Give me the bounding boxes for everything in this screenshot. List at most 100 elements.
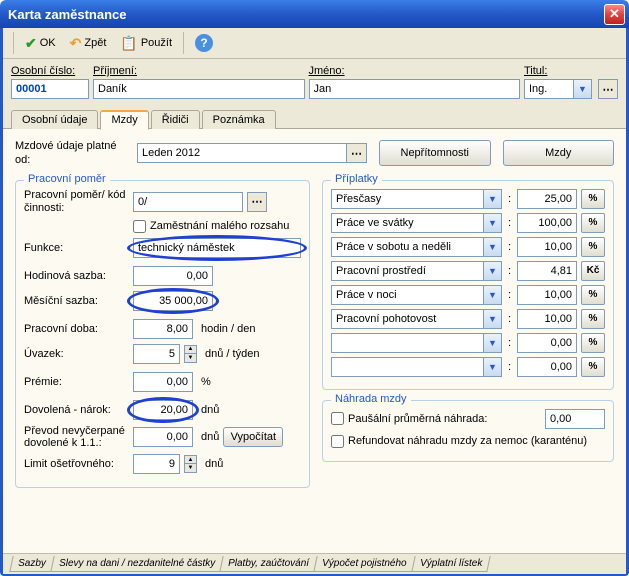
supplement-name-combo[interactable] bbox=[331, 237, 484, 257]
carry-label: Převod nevyčerpané dovolené k 1.1.: bbox=[24, 425, 129, 449]
firstname-input[interactable] bbox=[309, 79, 521, 99]
tab-personal[interactable]: Osobní údaje bbox=[11, 110, 98, 129]
supplement-unit-button[interactable]: % bbox=[581, 213, 605, 233]
tab-drivers[interactable]: Řidiči bbox=[151, 110, 200, 129]
monthly-input[interactable] bbox=[133, 291, 213, 311]
refund-checkbox[interactable] bbox=[331, 435, 344, 448]
supplement-name-combo[interactable] bbox=[331, 213, 484, 233]
supplement-name-combo[interactable] bbox=[331, 189, 484, 209]
supplement-unit-button[interactable]: % bbox=[581, 357, 605, 377]
supplement-unit-button[interactable]: % bbox=[581, 285, 605, 305]
worktime-label: Pracovní doba: bbox=[24, 323, 129, 335]
worktime-unit: hodin / den bbox=[201, 323, 255, 335]
id-input[interactable] bbox=[11, 79, 89, 99]
supplement-name-combo[interactable] bbox=[331, 309, 484, 329]
vacation-label: Dovolená - nárok: bbox=[24, 404, 129, 416]
title-combo[interactable] bbox=[524, 79, 574, 99]
premie-input[interactable] bbox=[133, 372, 193, 392]
help-button[interactable]: ? bbox=[190, 32, 218, 54]
group-compensation: Náhrada mzdy Paušální průměrná náhrada: … bbox=[322, 400, 614, 462]
btab-insurance[interactable]: Výpočet pojistného bbox=[313, 556, 415, 572]
chevron-down-icon[interactable]: ▼ bbox=[484, 333, 502, 353]
limit-spinner[interactable]: ▲▼ bbox=[184, 455, 197, 473]
period-picker-button[interactable]: ⋯ bbox=[347, 143, 367, 163]
surname-label: Příjmení: bbox=[93, 65, 305, 77]
supplement-unit-button[interactable]: Kč bbox=[581, 261, 605, 281]
small-employment-checkbox[interactable] bbox=[133, 220, 146, 233]
btab-slip[interactable]: Výplatní lístek bbox=[411, 556, 491, 572]
vacation-input[interactable] bbox=[133, 400, 193, 420]
supplement-amount-input[interactable] bbox=[517, 357, 577, 377]
supplement-row: ▼:% bbox=[331, 309, 605, 329]
chevron-down-icon[interactable]: ▼ bbox=[484, 357, 502, 377]
supplement-amount-input[interactable] bbox=[517, 261, 577, 281]
uvazek-label: Úvazek: bbox=[24, 348, 129, 360]
supplement-amount-input[interactable] bbox=[517, 333, 577, 353]
btab-payments[interactable]: Platby, zaúčtování bbox=[219, 556, 317, 572]
supplement-amount-input[interactable] bbox=[517, 285, 577, 305]
surname-input[interactable] bbox=[93, 79, 305, 99]
btab-rates[interactable]: Sazby bbox=[9, 556, 54, 572]
uvazek-spinner[interactable]: ▲▼ bbox=[184, 345, 197, 363]
supplement-name-combo[interactable] bbox=[331, 261, 484, 281]
absence-button[interactable]: Nepřítomnosti bbox=[379, 140, 491, 166]
supplement-row: ▼:Kč bbox=[331, 261, 605, 281]
supplement-unit-button[interactable]: % bbox=[581, 333, 605, 353]
back-button[interactable]: ↶Zpět bbox=[65, 33, 112, 54]
hourly-label: Hodinová sazba: bbox=[24, 270, 129, 282]
supplement-amount-input[interactable] bbox=[517, 309, 577, 329]
supplement-name-combo[interactable] bbox=[331, 333, 484, 353]
refund-label: Refundovat náhradu mzdy za nemoc (karant… bbox=[348, 435, 587, 447]
tab-note[interactable]: Poznámka bbox=[202, 110, 276, 129]
premie-unit: % bbox=[201, 376, 211, 388]
apply-icon: 📋 bbox=[120, 35, 137, 52]
funkce-input[interactable] bbox=[133, 238, 301, 258]
worktime-input[interactable] bbox=[133, 319, 193, 339]
hourly-input[interactable] bbox=[133, 266, 213, 286]
group-compensation-title: Náhrada mzdy bbox=[331, 393, 411, 405]
firstname-label: Jméno: bbox=[309, 65, 521, 77]
calculate-button[interactable]: Vypočítat bbox=[223, 427, 283, 447]
supplement-amount-input[interactable] bbox=[517, 189, 577, 209]
chevron-down-icon[interactable]: ▼ bbox=[484, 213, 502, 233]
window-title: Karta zaměstnance bbox=[4, 7, 604, 22]
code-picker-button[interactable]: ⋯ bbox=[247, 192, 267, 212]
supplement-amount-input[interactable] bbox=[517, 213, 577, 233]
close-button[interactable]: ✕ bbox=[604, 4, 625, 25]
more-button[interactable]: ⋯ bbox=[598, 79, 618, 99]
limit-input[interactable] bbox=[133, 454, 180, 474]
code-label: Pracovní poměr/ kód činnosti: bbox=[24, 189, 129, 215]
code-input[interactable] bbox=[133, 192, 243, 212]
toolbar: ✔OK ↶Zpět 📋Použít ? bbox=[3, 28, 626, 59]
carry-input[interactable] bbox=[133, 427, 193, 447]
supplement-unit-button[interactable]: % bbox=[581, 309, 605, 329]
supplement-name-combo[interactable] bbox=[331, 285, 484, 305]
supplement-unit-button[interactable]: % bbox=[581, 237, 605, 257]
premie-label: Prémie: bbox=[24, 376, 129, 388]
pausal-input[interactable] bbox=[545, 409, 605, 429]
tab-wages[interactable]: Mzdy bbox=[100, 110, 148, 130]
chevron-down-icon[interactable]: ▼ bbox=[484, 189, 502, 209]
period-input[interactable] bbox=[137, 143, 347, 163]
chevron-down-icon[interactable]: ▼ bbox=[484, 261, 502, 281]
check-icon: ✔ bbox=[25, 35, 37, 52]
bottom-tabs: Sazby Slevy na dani / nezdanitelné částk… bbox=[3, 553, 626, 574]
pausal-checkbox[interactable] bbox=[331, 412, 344, 425]
ok-button[interactable]: ✔OK bbox=[20, 33, 61, 54]
supplement-name-combo[interactable] bbox=[331, 357, 484, 377]
chevron-down-icon[interactable]: ▼ bbox=[484, 285, 502, 305]
help-icon: ? bbox=[195, 34, 213, 52]
chevron-down-icon[interactable]: ▼ bbox=[574, 79, 592, 99]
btab-discounts[interactable]: Slevy na dani / nezdanitelné částky bbox=[50, 556, 224, 572]
wages-button[interactable]: Mzdy bbox=[503, 140, 615, 166]
chevron-down-icon[interactable]: ▼ bbox=[484, 309, 502, 329]
uvazek-unit: dnů / týden bbox=[205, 348, 259, 360]
supplement-amount-input[interactable] bbox=[517, 237, 577, 257]
small-employment-label: Zaměstnání malého rozsahu bbox=[150, 220, 289, 232]
supplement-row: ▼:% bbox=[331, 189, 605, 209]
monthly-label: Měsíční sazba: bbox=[24, 295, 129, 307]
uvazek-input[interactable] bbox=[133, 344, 180, 364]
chevron-down-icon[interactable]: ▼ bbox=[484, 237, 502, 257]
supplement-unit-button[interactable]: % bbox=[581, 189, 605, 209]
apply-button[interactable]: 📋Použít bbox=[115, 33, 177, 54]
